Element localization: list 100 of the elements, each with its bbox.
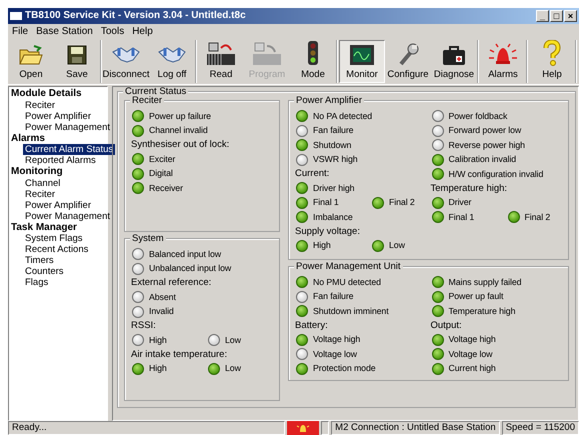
indicator-label: Imbalance — [313, 212, 353, 223]
indicator-label: Power foldback — [448, 110, 508, 122]
indicator-label: Balanced input low — [149, 248, 222, 260]
indicator-label: Mains supply failed — [448, 276, 522, 288]
toolbar-button[interactable]: Configure — [385, 40, 431, 83]
indicator-label: Forward power low — [448, 125, 522, 136]
tree-item[interactable]: Reciter — [23, 100, 58, 110]
section-label: RSSI: — [131, 319, 157, 333]
indicator-label: Final 1 — [448, 212, 474, 223]
menu-item[interactable]: Tools — [100, 26, 124, 38]
tree-item[interactable]: Power Management — [23, 122, 112, 132]
group-title: System — [130, 233, 166, 244]
indicator-label: Unbalanced input low — [149, 263, 232, 274]
toolbar-button[interactable]: Log off — [149, 40, 195, 83]
tree-item[interactable]: Counters — [23, 266, 66, 277]
toolbar-button[interactable]: Mode — [290, 40, 336, 83]
close-button[interactable]: × — [564, 10, 577, 22]
toolbar-button[interactable]: Alarms — [480, 40, 526, 83]
folder-icon — [18, 44, 44, 66]
indicator-label: Exciter — [149, 154, 176, 165]
indicator-label: Reverse power high — [448, 140, 525, 151]
tree-section[interactable]: Alarms — [11, 132, 105, 144]
alarm-bell-icon — [287, 421, 320, 435]
indicator-label: High — [149, 334, 167, 346]
indicator-label: Channel invalid — [149, 125, 208, 136]
bell-icon — [487, 42, 519, 66]
indicator-label: Final 1 — [313, 197, 339, 208]
toolbar-button[interactable]: Save — [54, 40, 100, 83]
toolbar-button[interactable]: Open — [8, 40, 54, 83]
section-label: Battery: — [295, 318, 329, 332]
indicator-label: Voltage low — [448, 348, 492, 360]
section-label: External reference: — [131, 276, 212, 290]
section-label: Synthesiser out of lock: — [131, 138, 230, 152]
tree-item[interactable]: Power Amplifier — [23, 110, 93, 122]
tree-item[interactable]: Reported Alarms — [23, 155, 98, 166]
monitor-icon — [349, 44, 375, 66]
indicator-label: Power up failure — [149, 110, 211, 122]
maximize-button[interactable]: □ — [550, 10, 563, 22]
minimize-button[interactable]: _ — [536, 10, 549, 22]
indicator-label: Absent — [149, 292, 176, 303]
indicator-label: Temperature high — [448, 306, 516, 317]
indicator-label: Digital — [149, 168, 173, 180]
menu-item[interactable]: Base Station — [36, 26, 93, 38]
indicator-label: Calibration invalid — [448, 154, 516, 166]
device-icon — [205, 42, 237, 66]
indicator-label: High — [313, 240, 331, 252]
indicator-label: Final 2 — [389, 197, 415, 208]
indicator-label: VSWR high — [313, 154, 358, 166]
indicator-label: Low — [389, 240, 405, 252]
indicator-label: Invalid — [149, 306, 174, 318]
tree-item[interactable]: Current Alarm Status — [23, 144, 116, 155]
toolbar-button[interactable]: Monitor — [339, 40, 385, 83]
toolbar-button[interactable]: Diagnose — [431, 40, 477, 83]
menu-item[interactable]: Help — [132, 26, 153, 38]
indicator-label: Low — [225, 363, 241, 374]
group-title: Reciter — [130, 95, 164, 106]
tree-item[interactable]: Power Amplifier — [23, 200, 93, 210]
tree-section[interactable]: Monitoring — [11, 166, 105, 178]
indicator-label: No PA detected — [313, 110, 372, 122]
group-title: Current Status — [123, 87, 188, 98]
connection-status: M2 Connection : Untitled Base Station — [331, 421, 500, 435]
section-label: Current: — [295, 167, 330, 181]
indicator-label: Low — [225, 334, 241, 346]
indicator-label: Voltage high — [313, 334, 360, 346]
device-icon — [251, 42, 283, 66]
tree-section[interactable]: Module Details — [11, 88, 105, 100]
indicator-label: Voltage low — [313, 348, 357, 360]
toolbar-button[interactable]: Disconnect — [103, 40, 149, 83]
tree-item[interactable]: Channel — [23, 178, 62, 188]
status-message: Ready... — [8, 421, 286, 435]
tree-item[interactable]: Power Management — [23, 210, 112, 222]
question-mark-icon — [542, 40, 562, 66]
indicator-label: Receiver — [149, 182, 183, 194]
indicator-label: Fan failure — [313, 125, 354, 136]
tree-item[interactable]: Flags — [23, 277, 50, 288]
toolbar-button[interactable]: Help — [529, 40, 575, 83]
group-title: Power Amplifier — [294, 95, 364, 106]
indicator-label: Driver high — [313, 182, 354, 194]
indicator-label: Protection mode — [313, 363, 376, 374]
toolbar-button[interactable]: Read — [198, 40, 244, 83]
group-title: Power Management Unit — [294, 261, 403, 272]
tree-item[interactable]: Timers — [23, 255, 56, 266]
indicator-label: Voltage high — [448, 334, 496, 346]
tree-item[interactable]: Recent Actions — [23, 244, 90, 255]
indicator-label: Power up fault — [448, 291, 504, 302]
section-label: Temperature high: — [430, 182, 508, 196]
window-title: TB8100 Service Kit - Version 3.04 - Untitled.t8c — [25, 10, 246, 22]
section-label: Air intake temperature: — [131, 348, 228, 362]
medical-case-icon — [441, 44, 467, 66]
tree-item[interactable]: System Flags — [23, 233, 85, 244]
indicator-label: High — [149, 363, 167, 374]
menu-item[interactable]: File — [12, 26, 28, 38]
speed-status: Speed = 115200 — [502, 421, 579, 435]
indicator-label: Current high — [448, 363, 496, 374]
indicator-label: Driver — [448, 197, 472, 208]
tree-section[interactable]: Task Manager — [11, 222, 105, 233]
indicator-label: H/W configuration invalid — [448, 168, 544, 180]
traffic-light-icon — [305, 40, 321, 66]
indicator-label: Fan failure — [313, 291, 354, 302]
tree-item[interactable]: Reciter — [23, 188, 58, 200]
